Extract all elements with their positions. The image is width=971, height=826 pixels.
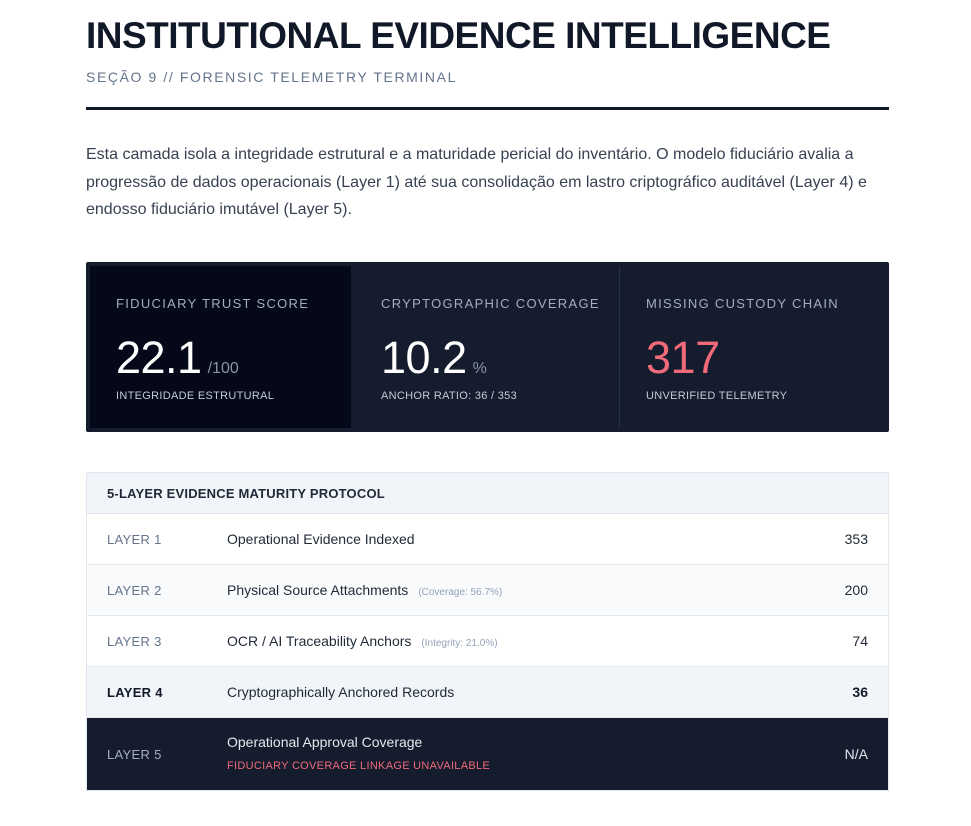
metric-value: 22.1/100	[116, 332, 239, 384]
layer-value: 36	[852, 684, 868, 700]
metric-trust-score: FIDUCIARY TRUST SCORE 22.1/100 INTEGRIDA…	[90, 266, 352, 428]
table-row: LAYER 4 Cryptographically Anchored Recor…	[87, 667, 888, 718]
metric-sublabel: ANCHOR RATIO: 36 / 353	[381, 390, 518, 402]
layer-note: (Coverage: 56.7%)	[418, 587, 503, 598]
layer-description-text: Operational Evidence Indexed	[227, 531, 415, 547]
layer-label: LAYER 1	[107, 531, 162, 547]
metric-unit: /100	[207, 360, 239, 377]
metric-sublabel: UNVERIFIED TELEMETRY	[646, 390, 788, 402]
metric-cryptographic-coverage: CRYPTOGRAPHIC COVERAGE 10.2% ANCHOR RATI…	[355, 266, 621, 428]
layer-description-text: OCR / AI Traceability Anchors	[227, 633, 412, 649]
layer-value: 200	[844, 582, 868, 598]
layer-value: 353	[844, 531, 868, 547]
layer-label: LAYER 2	[107, 582, 162, 598]
table-row: LAYER 1 Operational Evidence Indexed 353	[87, 514, 888, 565]
metric-label: FIDUCIARY TRUST SCORE	[116, 296, 310, 311]
layer-description: Cryptographically Anchored Records	[227, 684, 454, 700]
table-header: 5-LAYER EVIDENCE MATURITY PROTOCOL	[87, 473, 888, 514]
metric-value: 317	[646, 332, 720, 384]
table-row: LAYER 5 Operational Approval Coverage FI…	[87, 718, 888, 790]
table-title: 5-LAYER EVIDENCE MATURITY PROTOCOL	[107, 485, 385, 501]
intro-paragraph: Esta camada isola a integridade estrutur…	[86, 146, 867, 218]
layer-note: (Integrity: 21.0%)	[421, 638, 498, 649]
metrics-panel: FIDUCIARY TRUST SCORE 22.1/100 INTEGRIDA…	[86, 262, 889, 432]
page-title: INSTITUTIONAL EVIDENCE INTELLIGENCE	[86, 15, 831, 56]
layer-label: LAYER 4	[107, 684, 163, 700]
metric-number: 10.2	[381, 332, 467, 383]
layer-description: Physical Source Attachments (Coverage: 56…	[227, 582, 502, 598]
layer-description: OCR / AI Traceability Anchors (Integrity:…	[227, 633, 498, 649]
metric-label: MISSING CUSTODY CHAIN	[646, 296, 839, 311]
layer-label: LAYER 3	[107, 633, 162, 649]
metric-number: 317	[646, 332, 720, 383]
maturity-protocol-table: 5-LAYER EVIDENCE MATURITY PROTOCOL LAYER…	[86, 472, 889, 791]
layer-description-text: Physical Source Attachments	[227, 582, 409, 598]
layer-label: LAYER 5	[107, 746, 162, 762]
metric-sublabel: INTEGRIDADE ESTRUTURAL	[116, 390, 275, 402]
page-subtitle: SEÇÃO 9 // FORENSIC TELEMETRY TERMINAL	[86, 69, 457, 85]
metric-number: 22.1	[116, 332, 202, 383]
layer-description: Operational Approval Coverage	[227, 734, 423, 750]
layer-description-text: Cryptographically Anchored Records	[227, 684, 455, 700]
layer-value: N/A	[844, 746, 868, 762]
metric-missing-custody: MISSING CUSTODY CHAIN 317 UNVERIFIED TEL…	[620, 266, 885, 428]
metric-label: CRYPTOGRAPHIC COVERAGE	[381, 296, 600, 311]
table-row: LAYER 2 Physical Source Attachments (Cove…	[87, 565, 888, 616]
metric-unit: %	[472, 360, 487, 377]
table-row: LAYER 3 OCR / AI Traceability Anchors (In…	[87, 616, 888, 667]
table-body: LAYER 1 Operational Evidence Indexed 353…	[87, 514, 888, 790]
layer-warning: FIDUCIARY COVERAGE LINKAGE UNAVAILABLE	[227, 760, 491, 772]
layer-description: Operational Evidence Indexed	[227, 531, 415, 547]
layer-value: 74	[852, 633, 868, 649]
metric-value: 10.2%	[381, 332, 487, 384]
header-divider	[86, 107, 889, 110]
